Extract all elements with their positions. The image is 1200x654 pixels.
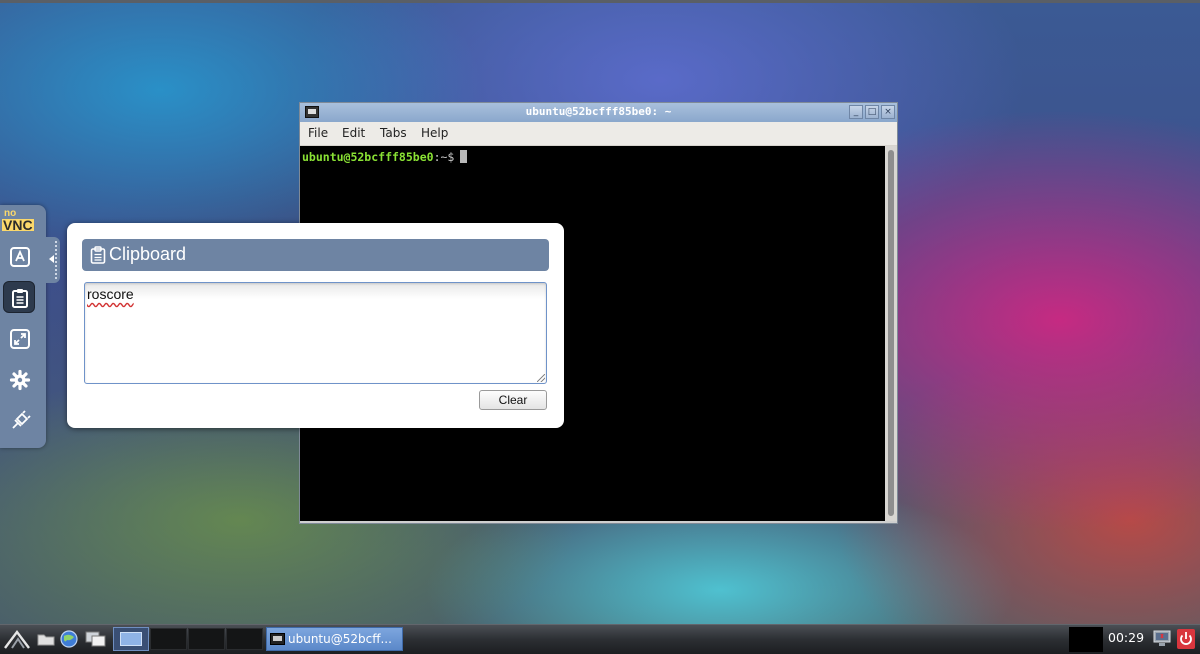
terminal-bottom-edge — [300, 521, 897, 523]
start-menu-icon[interactable] — [2, 627, 32, 651]
novnc-bar-handle[interactable] — [46, 237, 60, 283]
drag-grip-icon — [55, 241, 57, 279]
prompt-user: ubuntu@52bcfff85be0 — [302, 150, 434, 164]
desktop-pager-4[interactable] — [226, 628, 263, 650]
keyboard-a-icon — [10, 247, 30, 267]
disconnect-button[interactable] — [3, 404, 35, 436]
novnc-logo: no VNC — [2, 209, 42, 233]
textarea-resize-handle[interactable] — [537, 374, 545, 382]
menu-help[interactable]: Help — [421, 126, 448, 140]
clipboard-header-icon — [90, 246, 106, 264]
settings-button[interactable] — [3, 363, 35, 395]
web-browser-icon[interactable] — [58, 628, 80, 650]
terminal-scroll-thumb[interactable] — [888, 150, 894, 516]
terminal-scrollbar[interactable] — [885, 146, 897, 523]
prompt-path: :~$ — [433, 150, 455, 164]
taskbar-terminal-task[interactable]: ubuntu@52bcff... — [266, 627, 403, 651]
power-logout-icon[interactable] — [1176, 628, 1196, 650]
clipboard-panel: Clipboard roscore Clear — [67, 223, 564, 428]
clipboard-header: Clipboard — [82, 239, 549, 271]
tray-area — [1069, 627, 1103, 652]
desktop-pager-2[interactable] — [150, 628, 187, 650]
desktop-pager-window — [120, 632, 142, 646]
menu-edit[interactable]: Edit — [342, 126, 365, 140]
window-switcher-icon[interactable] — [84, 629, 108, 649]
prompt-line: ubuntu@52bcfff85be0:~$ — [302, 150, 468, 164]
clipboard-title: Clipboard — [109, 244, 187, 264]
taskbar-clock[interactable]: 00:29 — [1108, 630, 1144, 645]
file-manager-icon[interactable] — [36, 630, 56, 648]
clipboard-button[interactable] — [3, 281, 35, 313]
taskbar: ubuntu@52bcff... 00:29 — [0, 624, 1200, 654]
terminal-cursor — [460, 150, 468, 163]
disconnect-plug-icon — [12, 410, 31, 429]
maximize-button[interactable]: □ — [865, 105, 879, 119]
terminal-task-icon — [270, 633, 285, 645]
extra-keys-button[interactable] — [3, 240, 35, 272]
fullscreen-icon — [10, 329, 30, 349]
menu-file[interactable]: File — [308, 126, 328, 140]
collapse-arrow-icon — [49, 255, 54, 263]
terminal-title: ubuntu@52bcfff85be0: ~ — [525, 105, 672, 118]
clipboard-textarea[interactable]: roscore — [84, 282, 547, 384]
network-icon[interactable] — [1152, 628, 1172, 650]
top-border — [0, 0, 1200, 3]
menu-tabs[interactable]: Tabs — [380, 126, 407, 140]
fullscreen-button[interactable] — [3, 322, 35, 354]
taskbar-task-label: ubuntu@52bcff... — [288, 632, 392, 646]
gear-icon — [9, 369, 31, 391]
novnc-control-bar: no VNC — [0, 205, 46, 448]
novnc-logo-vnc: VNC — [2, 217, 34, 233]
clear-button[interactable]: Clear — [479, 390, 547, 410]
desktop-pager-active[interactable] — [113, 627, 149, 651]
minimize-button[interactable]: _ — [849, 105, 863, 119]
clipboard-icon — [12, 289, 28, 308]
desktop-pager-3[interactable] — [188, 628, 225, 650]
terminal-menubar: File Edit Tabs Help — [300, 122, 897, 146]
terminal-titlebar[interactable]: ubuntu@52bcfff85be0: ~ _ □ × — [300, 103, 897, 122]
close-button[interactable]: × — [881, 105, 895, 119]
